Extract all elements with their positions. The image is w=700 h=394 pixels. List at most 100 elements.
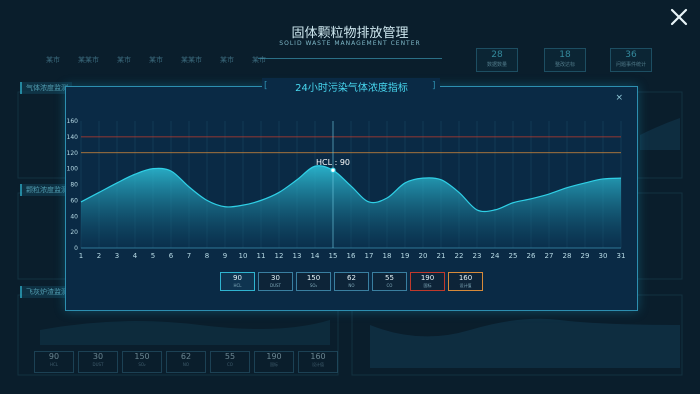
tooltip-label: HCL : 90 bbox=[316, 158, 350, 167]
metric-value: 150 bbox=[306, 274, 321, 282]
metric-value: 90 bbox=[233, 274, 242, 282]
y-tick-label: 160 bbox=[67, 118, 79, 125]
background-metric-value: 90 bbox=[48, 352, 60, 361]
background-metric: 150 SO₂ bbox=[122, 351, 162, 373]
background-metric-row: 90 HCL 30 DUST 150 SO₂ 62 NO 55 CO 190 国标 160 设… bbox=[34, 351, 338, 373]
x-tick-label: 1 bbox=[79, 252, 83, 260]
background-metric-name: 设计值 bbox=[312, 362, 324, 367]
concentration-chart: 0204060801001201401601 2 3 4 5 6 7 8 9 10 11 12 13 14… bbox=[67, 118, 626, 260]
metric-name: 设计值 bbox=[459, 283, 472, 288]
metric-value: 62 bbox=[347, 274, 356, 282]
stat-box: 18 整改达标 bbox=[544, 48, 586, 72]
stat-box: 36 问题事件统计 bbox=[610, 48, 652, 72]
x-tick-label: 11 bbox=[257, 252, 266, 260]
stat-value: 36 bbox=[625, 50, 637, 60]
x-tick-label: 27 bbox=[545, 252, 554, 260]
metric-name: CO bbox=[386, 283, 393, 288]
stat-value: 18 bbox=[559, 50, 571, 60]
metric-hcl[interactable]: 90 HCL bbox=[220, 272, 255, 291]
background-metric-name: HCL bbox=[49, 362, 59, 367]
x-tick-label: 24 bbox=[491, 252, 500, 260]
y-tick-label: 40 bbox=[70, 213, 78, 220]
background-metric-value: 55 bbox=[224, 352, 236, 361]
metric-dust[interactable]: 30 DUST bbox=[258, 272, 293, 291]
background-metric: 160 设计值 bbox=[298, 351, 338, 373]
x-tick-label: 21 bbox=[437, 252, 446, 260]
x-tick-label: 28 bbox=[563, 252, 572, 260]
x-tick-label: 8 bbox=[205, 252, 209, 260]
stat-label: 问题事件统计 bbox=[615, 62, 646, 68]
metric-value: 190 bbox=[420, 274, 435, 282]
background-metric-name: 国标 bbox=[270, 362, 278, 367]
background-metric: 55 CO bbox=[210, 351, 250, 373]
x-tick-label: 5 bbox=[151, 252, 155, 260]
y-tick-label: 100 bbox=[67, 166, 79, 173]
x-tick-label: 23 bbox=[473, 252, 482, 260]
city-nav-item[interactable]: 某市 bbox=[218, 54, 236, 66]
city-nav-item[interactable]: 某市 bbox=[250, 54, 268, 66]
background-metric-value: 160 bbox=[310, 352, 326, 361]
metric-name: NO bbox=[348, 283, 355, 288]
background-metric-name: SO₂ bbox=[138, 362, 146, 367]
x-tick-label: 4 bbox=[133, 252, 138, 260]
background-metric-name: DUST bbox=[92, 362, 104, 367]
x-tick-label: 17 bbox=[365, 252, 374, 260]
x-tick-label: 16 bbox=[347, 252, 356, 260]
x-tick-label: 26 bbox=[527, 252, 536, 260]
y-tick-label: 20 bbox=[70, 229, 78, 236]
metric-name: DUST bbox=[270, 283, 281, 288]
metric-value: 55 bbox=[385, 274, 394, 282]
metric-value: 30 bbox=[271, 274, 280, 282]
tooltip-point bbox=[330, 167, 336, 173]
background-metric-value: 62 bbox=[180, 352, 192, 361]
page-subtitle: SOLID WASTE MANAGEMENT CENTER bbox=[279, 40, 421, 47]
x-tick-label: 10 bbox=[239, 252, 248, 260]
city-nav-item[interactable]: 某市 bbox=[44, 54, 62, 66]
close-icon[interactable] bbox=[668, 6, 690, 28]
x-tick-label: 30 bbox=[599, 252, 608, 260]
city-nav: 某市 某某市 某市 某市 某某市 某市 某市 bbox=[44, 54, 268, 66]
chart-modal: [ ] 24小时污染气体浓度指标 × 0 20 40 60 80 100 120 140 160… bbox=[65, 78, 638, 311]
background-metric-name: NO bbox=[182, 362, 190, 367]
background-metric-value: 150 bbox=[134, 352, 150, 361]
city-nav-item[interactable]: 某市 bbox=[147, 54, 165, 66]
metric-selector: 90 HCL 30 DUST 150 SO₂ 62 NO 55 CO 190 国标 160 设… bbox=[220, 272, 483, 291]
stat-value: 28 bbox=[491, 50, 503, 60]
background-metric: 62 NO bbox=[166, 351, 206, 373]
x-tick-label: 13 bbox=[293, 252, 302, 260]
metric-national-standard[interactable]: 190 国标 bbox=[410, 272, 445, 291]
x-tick-label: 9 bbox=[223, 252, 227, 260]
metric-design-value[interactable]: 160 设计值 bbox=[448, 272, 483, 291]
metric-co[interactable]: 55 CO bbox=[372, 272, 407, 291]
x-tick-label: 20 bbox=[419, 252, 428, 260]
city-nav-item[interactable]: 某市 bbox=[115, 54, 133, 66]
stat-label: 整改达标 bbox=[554, 62, 575, 68]
city-nav-item[interactable]: 某某市 bbox=[76, 54, 101, 66]
background-metric-name: CO bbox=[227, 362, 233, 367]
x-tick-label: 25 bbox=[509, 252, 518, 260]
y-tick-label: 140 bbox=[67, 134, 79, 141]
metric-so2[interactable]: 150 SO₂ bbox=[296, 272, 331, 291]
x-tick-label: 2 bbox=[97, 252, 101, 260]
x-tick-label: 29 bbox=[581, 252, 590, 260]
y-tick-label: 80 bbox=[70, 182, 78, 189]
metric-no[interactable]: 62 NO bbox=[334, 272, 369, 291]
metric-name: SO₂ bbox=[309, 283, 318, 288]
y-tick-label: 60 bbox=[70, 197, 78, 204]
x-tick-label: 31 bbox=[617, 252, 626, 260]
stat-box: 28 数据数量 bbox=[476, 48, 518, 72]
metric-name: 国标 bbox=[423, 283, 432, 288]
background-metric: 30 DUST bbox=[78, 351, 118, 373]
x-tick-label: 19 bbox=[401, 252, 410, 260]
metric-value: 160 bbox=[458, 274, 473, 282]
city-nav-item[interactable]: 某某市 bbox=[179, 54, 204, 66]
y-tick-label: 0 bbox=[74, 245, 78, 252]
x-tick-label: 12 bbox=[275, 252, 284, 260]
x-tick-label: 22 bbox=[455, 252, 464, 260]
x-tick-label: 15 bbox=[329, 252, 338, 260]
stat-label: 数据数量 bbox=[486, 62, 507, 68]
x-tick-label: 6 bbox=[169, 252, 174, 260]
x-tick-label: 7 bbox=[187, 252, 191, 260]
y-tick-label: 120 bbox=[67, 150, 79, 157]
background-metric-value: 30 bbox=[92, 352, 104, 361]
